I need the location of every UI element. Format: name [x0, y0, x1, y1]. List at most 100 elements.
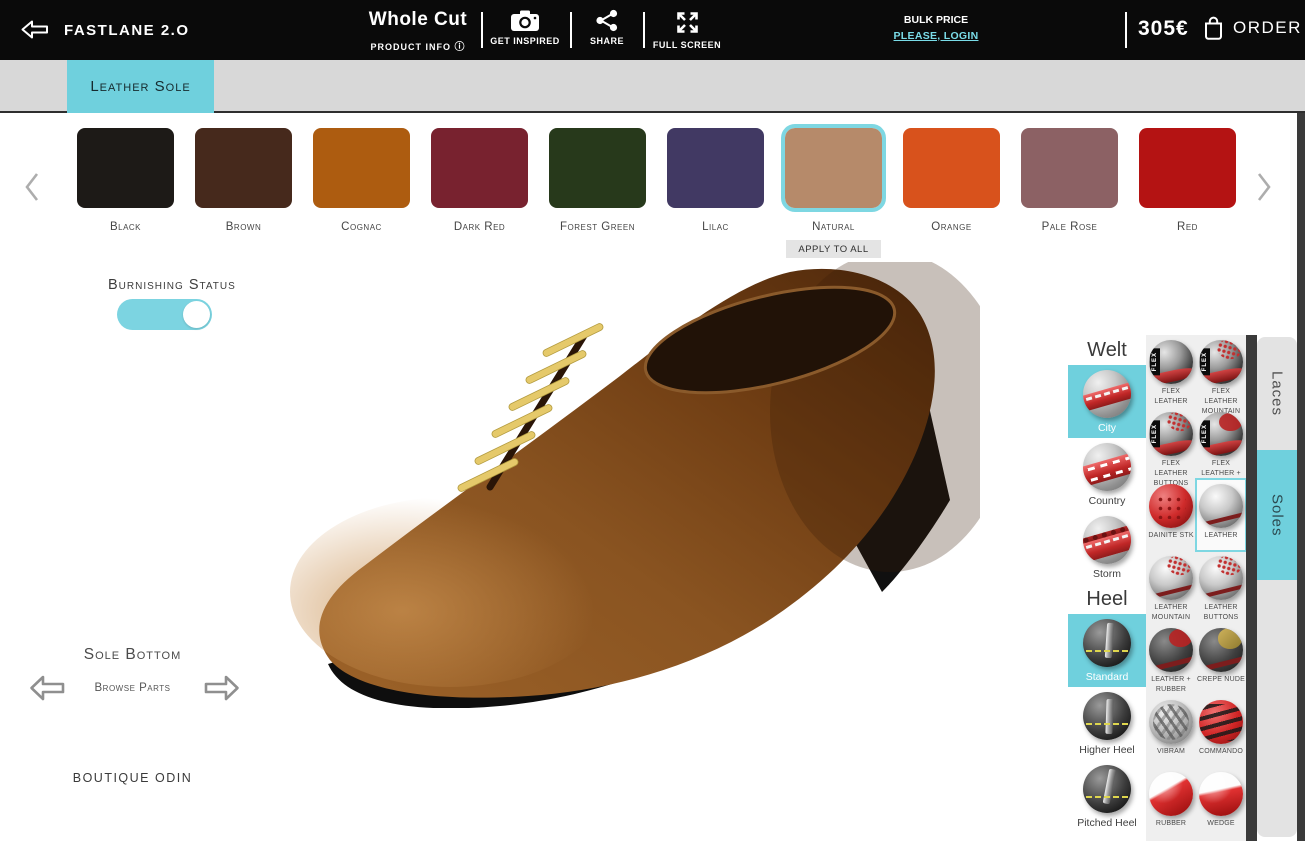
welt-option-country[interactable]: Country [1068, 438, 1146, 511]
sole-option-commando[interactable]: COMMANDO [1196, 695, 1246, 767]
color-swatch-lilac[interactable] [667, 128, 764, 208]
flex-badge: FLEX [1150, 419, 1160, 448]
swatch-label: Orange [931, 221, 972, 233]
tab-soles[interactable]: Soles [1257, 450, 1297, 580]
flex-badge: FLEX [1150, 347, 1160, 376]
welt-option-label: Storm [1092, 567, 1121, 580]
right-arrow-icon [204, 675, 239, 701]
sole-option-dainite-stk[interactable]: DAINITE STK [1146, 479, 1196, 551]
welt-option-storm[interactable]: Storm [1068, 511, 1146, 584]
bulk-price-label: BULK PRICE [903, 14, 969, 26]
sole-option-flex-leather[interactable]: FLEX FLEX LEATHER [1146, 335, 1196, 407]
storm-welt-icon [1083, 515, 1131, 564]
sole-option-label: LEATHER BUTTONS [1203, 604, 1239, 622]
browse-parts-next-button[interactable] [203, 674, 241, 705]
tab-laces[interactable]: Laces [1257, 337, 1297, 450]
swatch-label: Natural [812, 221, 855, 233]
back-button[interactable] [20, 19, 50, 43]
shoe-3d-viewport[interactable] [290, 252, 1010, 709]
sole-option-label: DAINITE STK [1148, 532, 1194, 539]
shoe-render [290, 252, 1010, 709]
leather-rubber-sole-icon [1149, 628, 1193, 672]
product-info-button[interactable]: PRODUCT INFO ⓘ [370, 38, 465, 53]
order-button[interactable]: ORDER [1203, 15, 1302, 40]
color-swatch-black[interactable] [77, 128, 174, 208]
sole-option-leather-mountain[interactable]: LEATHER MOUNTAIN [1146, 551, 1196, 623]
share-button[interactable]: SHARE [580, 9, 634, 46]
color-swatch-orange[interactable] [903, 128, 1000, 208]
back-arrow-icon [21, 20, 48, 39]
welt-panel-title: Welt [1087, 339, 1127, 361]
sole-option-label: RUBBER [1155, 820, 1187, 827]
color-swatch-brown[interactable] [195, 128, 292, 208]
color-swatch-red[interactable] [1139, 128, 1236, 208]
panel-gap-strip [1246, 335, 1257, 841]
sole-option-label: WEDGE [1207, 820, 1235, 827]
crepe-nude-sole-icon [1199, 628, 1243, 672]
sole-type-grid: FLEX FLEX LEATHER FLEX FLEX LEATHER MOUN… [1146, 335, 1247, 841]
leather-sole-icon [1199, 484, 1243, 528]
apply-to-all-button[interactable]: APPLY TO ALL [786, 240, 881, 258]
product-title: Whole Cut [368, 9, 468, 30]
swatch-label: Forest Green [560, 221, 635, 233]
sole-option-vibram[interactable]: VIBRAM [1146, 695, 1196, 767]
heel-option-pitched[interactable]: Pitched Heel [1068, 760, 1146, 833]
color-swatch-forest-green[interactable] [549, 128, 646, 208]
welt-option-city[interactable]: City [1068, 365, 1146, 438]
get-inspired-button[interactable]: GET INSPIRED [486, 9, 564, 46]
toggle-knob [183, 301, 210, 328]
standard-heel-icon [1083, 618, 1131, 667]
sole-option-leather-rubber[interactable]: LEATHER + RUBBER [1146, 623, 1196, 695]
sole-option-crepe-nude[interactable]: CREPE NUDE [1196, 623, 1246, 695]
heel-option-higher[interactable]: Higher Heel [1068, 687, 1146, 760]
browse-parts-label: Browse Parts [94, 682, 171, 694]
sole-option-rubber[interactable]: RUBBER [1146, 767, 1196, 839]
leather-buttons-sole-icon [1199, 556, 1243, 600]
fullscreen-icon [676, 12, 698, 33]
part-tab-bar: Leather Sole [0, 60, 1305, 113]
sole-option-label: LEATHER [1204, 532, 1238, 539]
pitched-heel-icon [1083, 764, 1131, 813]
flex-badge: FLEX [1200, 419, 1210, 448]
tab-soles-label: Soles [1268, 493, 1286, 537]
full-screen-label: FULL SCREEN [652, 40, 722, 50]
welt-option-label: Country [1088, 494, 1126, 507]
tab-laces-label: Laces [1268, 370, 1286, 417]
boutique-name: BOUTIQUE ODIN [72, 771, 193, 785]
divider [643, 12, 645, 48]
product-title-block: Whole Cut PRODUCT INFO ⓘ [338, 9, 498, 55]
get-inspired-label: GET INSPIRED [490, 36, 560, 46]
sole-option-leather-buttons[interactable]: LEATHER BUTTONS [1196, 551, 1246, 623]
swatches-prev-chevron[interactable] [24, 172, 40, 202]
sole-option-flex-leather-rubber[interactable]: FLEX FLEX LEATHER + RUBBER [1196, 407, 1246, 487]
sole-option-flex-leather-buttons[interactable]: FLEX FLEX LEATHER BUTTONS [1146, 407, 1196, 487]
tab-leather-sole[interactable]: Leather Sole [67, 60, 214, 113]
sole-option-leather[interactable]: LEATHER [1195, 478, 1247, 552]
share-icon [596, 9, 618, 32]
heel-option-label: Pitched Heel [1077, 816, 1137, 829]
flex-leather-buttons-sole-icon: FLEX [1149, 412, 1193, 456]
sole-bottom-title: Sole Bottom [83, 646, 182, 663]
swatch-label: Brown [225, 221, 262, 233]
color-swatch-cognac[interactable] [313, 128, 410, 208]
burnishing-toggle[interactable] [117, 299, 212, 330]
login-link[interactable]: PLEASE, LOGIN [894, 30, 979, 42]
browse-parts-prev-button[interactable] [28, 674, 66, 705]
full-screen-button[interactable]: FULL SCREEN [650, 9, 724, 50]
divider [1125, 12, 1127, 48]
sole-option-label: VIBRAM [1156, 748, 1186, 755]
swatch-label: Red [1177, 221, 1198, 233]
color-swatch-pale-rose[interactable] [1021, 128, 1118, 208]
country-welt-icon [1083, 442, 1131, 491]
divider [481, 12, 483, 48]
heel-option-standard[interactable]: Standard [1068, 614, 1146, 687]
color-swatch-natural[interactable] [781, 124, 886, 212]
swatch-label: Dark Red [453, 221, 506, 233]
burnishing-status-label: Burnishing Status [108, 277, 236, 293]
color-swatch-dark-red[interactable] [431, 128, 528, 208]
swatches-next-chevron[interactable] [1256, 172, 1272, 202]
product-info-label: PRODUCT INFO [370, 42, 451, 52]
swatch-label: Lilac [702, 221, 729, 233]
sole-option-wedge[interactable]: WEDGE [1196, 767, 1246, 839]
sole-option-flex-leather-mountain[interactable]: FLEX FLEX LEATHER MOUNTAIN [1196, 335, 1246, 415]
